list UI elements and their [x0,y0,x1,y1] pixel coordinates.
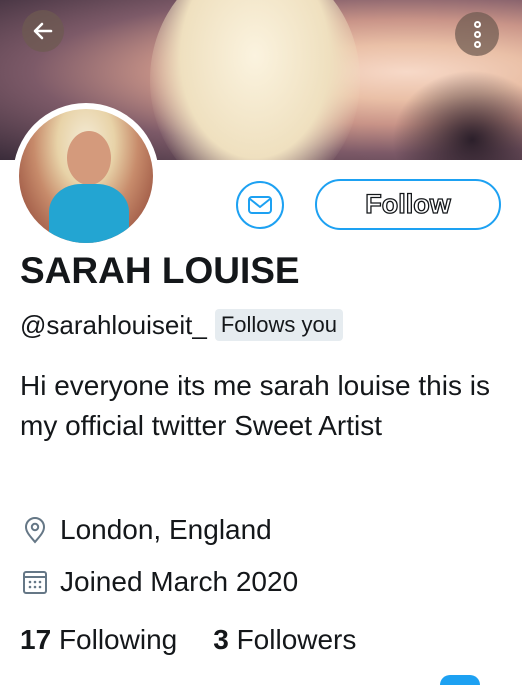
follow-stats: 17 Following 3 Followers [20,624,356,656]
followers-count: 3 [213,624,229,655]
banner-photo-hair [150,0,360,160]
back-button[interactable] [22,10,64,52]
follows-you-badge: Follows you [214,309,343,341]
profile-handle: @sarahlouiseit_ [20,309,207,340]
following-label: Following [58,624,178,655]
compose-fab[interactable] [440,675,480,685]
joined-row: Joined March 2020 [20,566,298,598]
calendar-icon [20,567,50,597]
more-vertical-icon-dot [473,40,481,48]
more-vertical-icon [473,20,481,28]
profile-name: SARAH LOUISE [20,250,300,291]
profile-joined-date: Joined March 2020 [60,566,299,597]
banner-photo-shade [392,70,522,160]
following-count: 17 [20,624,52,655]
followers-stat[interactable]: 3 Followers [213,624,356,656]
avatar-photo [19,109,153,243]
avatar-top [49,184,129,243]
avatar-face [67,131,111,185]
follow-button[interactable]: Follow [315,179,501,230]
profile-location: London, England [60,514,272,545]
more-options-button[interactable] [455,12,499,56]
location-row: London, England [20,514,272,546]
mail-icon [248,196,272,214]
location-pin-icon [20,515,50,545]
followers-label: Followers [236,624,357,655]
following-stat[interactable]: 17 Following [20,624,177,656]
more-vertical-icon-dot [473,30,481,38]
avatar[interactable] [13,103,159,249]
handle-row: @sarahlouiseit_ Follows you [20,309,343,341]
message-button[interactable] [236,181,284,229]
profile-bio: Hi everyone its me sarah louise this is … [20,370,490,441]
arrow-left-icon [33,22,53,40]
